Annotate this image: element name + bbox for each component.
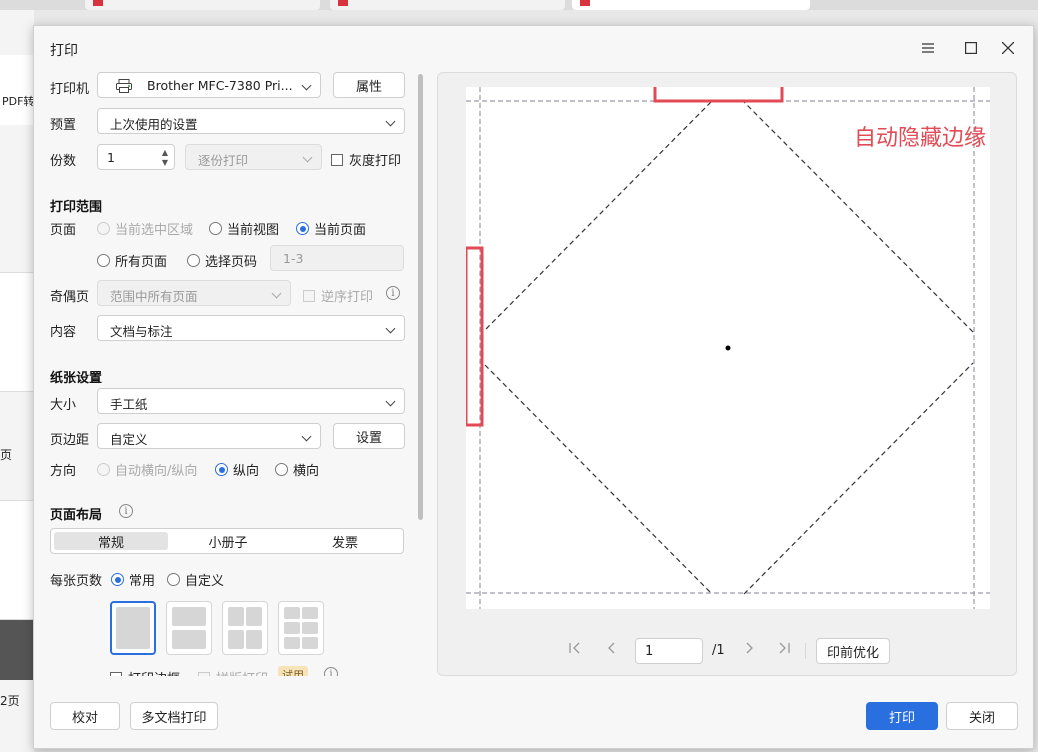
background-page-label: 页 (0, 448, 13, 462)
background-tab[interactable] (330, 0, 565, 10)
stepper-down-icon[interactable]: ▼ (162, 158, 168, 167)
odd-even-label: 奇偶页 (50, 290, 90, 305)
pps-custom-radio[interactable]: 自定义 (167, 570, 224, 589)
size-label: 大小 (50, 398, 77, 413)
range-current-view-radio[interactable]: 当前视图 (209, 219, 279, 238)
dialog-title: 打印 (50, 43, 78, 59)
chevron-down-icon (301, 431, 312, 442)
range-all-pages-radio[interactable]: 所有页面 (97, 251, 167, 270)
preview-graphic (466, 87, 990, 609)
range-current-selection-radio[interactable]: 当前选中区域 (97, 219, 193, 238)
print-button[interactable]: 打印 (866, 702, 938, 730)
close-button[interactable]: 关闭 (946, 702, 1018, 730)
maximize-icon[interactable] (959, 36, 983, 60)
content-select[interactable]: 文档与标注 (97, 315, 405, 341)
pages-per-sheet-label: 每张页数 (50, 574, 103, 589)
preset-label: 预置 (50, 118, 77, 133)
chevron-down-icon (271, 288, 282, 299)
prev-page-icon[interactable] (605, 641, 619, 659)
orientation-landscape-radio[interactable]: 横向 (275, 460, 319, 479)
paper-settings-section: 纸张设置 (50, 371, 103, 386)
orientation-label: 方向 (50, 464, 77, 479)
total-pages: /1 (712, 643, 725, 658)
copies-stepper[interactable]: 1 ▲ ▼ (97, 144, 175, 170)
reverse-print-checkbox[interactable]: 逆序打印 (303, 286, 373, 305)
chevron-down-icon (385, 396, 396, 407)
page-number-input[interactable]: 1 (635, 638, 703, 664)
tile-print-checkbox[interactable]: 拼版打印 (198, 668, 268, 676)
annotation-text: 自动隐藏边缘 (854, 126, 987, 151)
settings-scrollbar[interactable] (418, 74, 423, 520)
tab-invoice[interactable]: 发票 (288, 532, 402, 551)
page-range-input[interactable]: 1-3 (270, 245, 404, 271)
page-label: 页面 (50, 223, 77, 238)
grayscale-checkbox[interactable]: 灰度打印 (331, 150, 401, 169)
orientation-auto-radio[interactable]: 自动横向/纵向 (97, 460, 197, 479)
multi-document-print-button[interactable]: 多文档打印 (130, 702, 218, 730)
first-page-icon[interactable] (568, 641, 582, 659)
background-tab[interactable] (85, 0, 320, 10)
background-dark-thumb (0, 620, 34, 680)
tab-booklet[interactable]: 小册子 (171, 532, 285, 551)
print-range-section: 打印范围 (50, 200, 103, 215)
stepper-up-icon[interactable]: ▲ (162, 148, 168, 157)
info-icon[interactable]: i (119, 504, 133, 518)
margin-label: 页边距 (50, 433, 90, 448)
print-border-checkbox[interactable]: 打印边框 (110, 668, 180, 676)
print-dialog: 打印 打印机 Brother MFC-7380 Pri... 属性 预置 上次使… (33, 25, 1034, 749)
printer-icon (116, 79, 132, 97)
proof-button[interactable]: 校对 (50, 702, 120, 730)
collate-select[interactable]: 逐份打印 (185, 144, 322, 170)
layout-6-up[interactable] (278, 601, 324, 655)
printer-select[interactable]: Brother MFC-7380 Pri... (97, 72, 321, 98)
printer-label: 打印机 (50, 82, 90, 97)
orientation-portrait-radio[interactable]: 纵向 (215, 460, 259, 479)
content-label: 内容 (50, 325, 77, 340)
next-page-icon[interactable] (742, 641, 756, 659)
background-tab-active[interactable] (572, 0, 810, 10)
trial-badge: 试用 (278, 666, 308, 676)
info-icon[interactable]: i (386, 286, 400, 300)
layout-1-up[interactable] (110, 601, 156, 655)
layout-4-up[interactable] (222, 601, 268, 655)
range-current-page-radio[interactable]: 当前页面 (296, 219, 366, 238)
close-icon[interactable] (996, 36, 1020, 60)
pager-divider (805, 643, 806, 659)
chevron-down-icon (302, 152, 313, 163)
chevron-down-icon (385, 323, 396, 334)
chevron-down-icon (385, 116, 396, 127)
range-select-pages-radio[interactable]: 选择页码 (187, 251, 257, 270)
print-optimize-button[interactable]: 印前优化 (816, 638, 890, 664)
layout-2-up[interactable] (166, 601, 212, 655)
chevron-down-icon (301, 80, 312, 91)
background-pdf-tool[interactable]: PDF转 (0, 55, 34, 125)
page-layout-section: 页面布局 (50, 508, 103, 523)
preset-select[interactable]: 上次使用的设置 (97, 108, 405, 134)
last-page-icon[interactable] (777, 641, 791, 659)
properties-button[interactable]: 属性 (333, 72, 405, 98)
tab-normal[interactable]: 常规 (54, 532, 168, 551)
copies-label: 份数 (50, 154, 77, 169)
paper-size-select[interactable]: 手工纸 (97, 388, 405, 414)
info-icon[interactable]: i (324, 667, 338, 676)
odd-even-select[interactable]: 范围中所有页面 (97, 280, 291, 306)
background-page-thumb[interactable] (0, 500, 34, 620)
print-preview: 自动隐藏边缘 (437, 72, 1017, 676)
pps-common-radio[interactable]: 常用 (111, 570, 155, 589)
background-page-thumb[interactable] (0, 272, 34, 392)
background-page-label: 2页 (0, 694, 20, 708)
preview-page: 自动隐藏边缘 (466, 87, 990, 609)
background-tab-strip (0, 0, 1038, 10)
margin-select[interactable]: 自定义 (97, 423, 321, 449)
margin-settings-button[interactable]: 设置 (333, 423, 405, 449)
menu-icon[interactable] (916, 36, 940, 60)
layout-tabs: 常规 小册子 发票 (50, 528, 404, 554)
